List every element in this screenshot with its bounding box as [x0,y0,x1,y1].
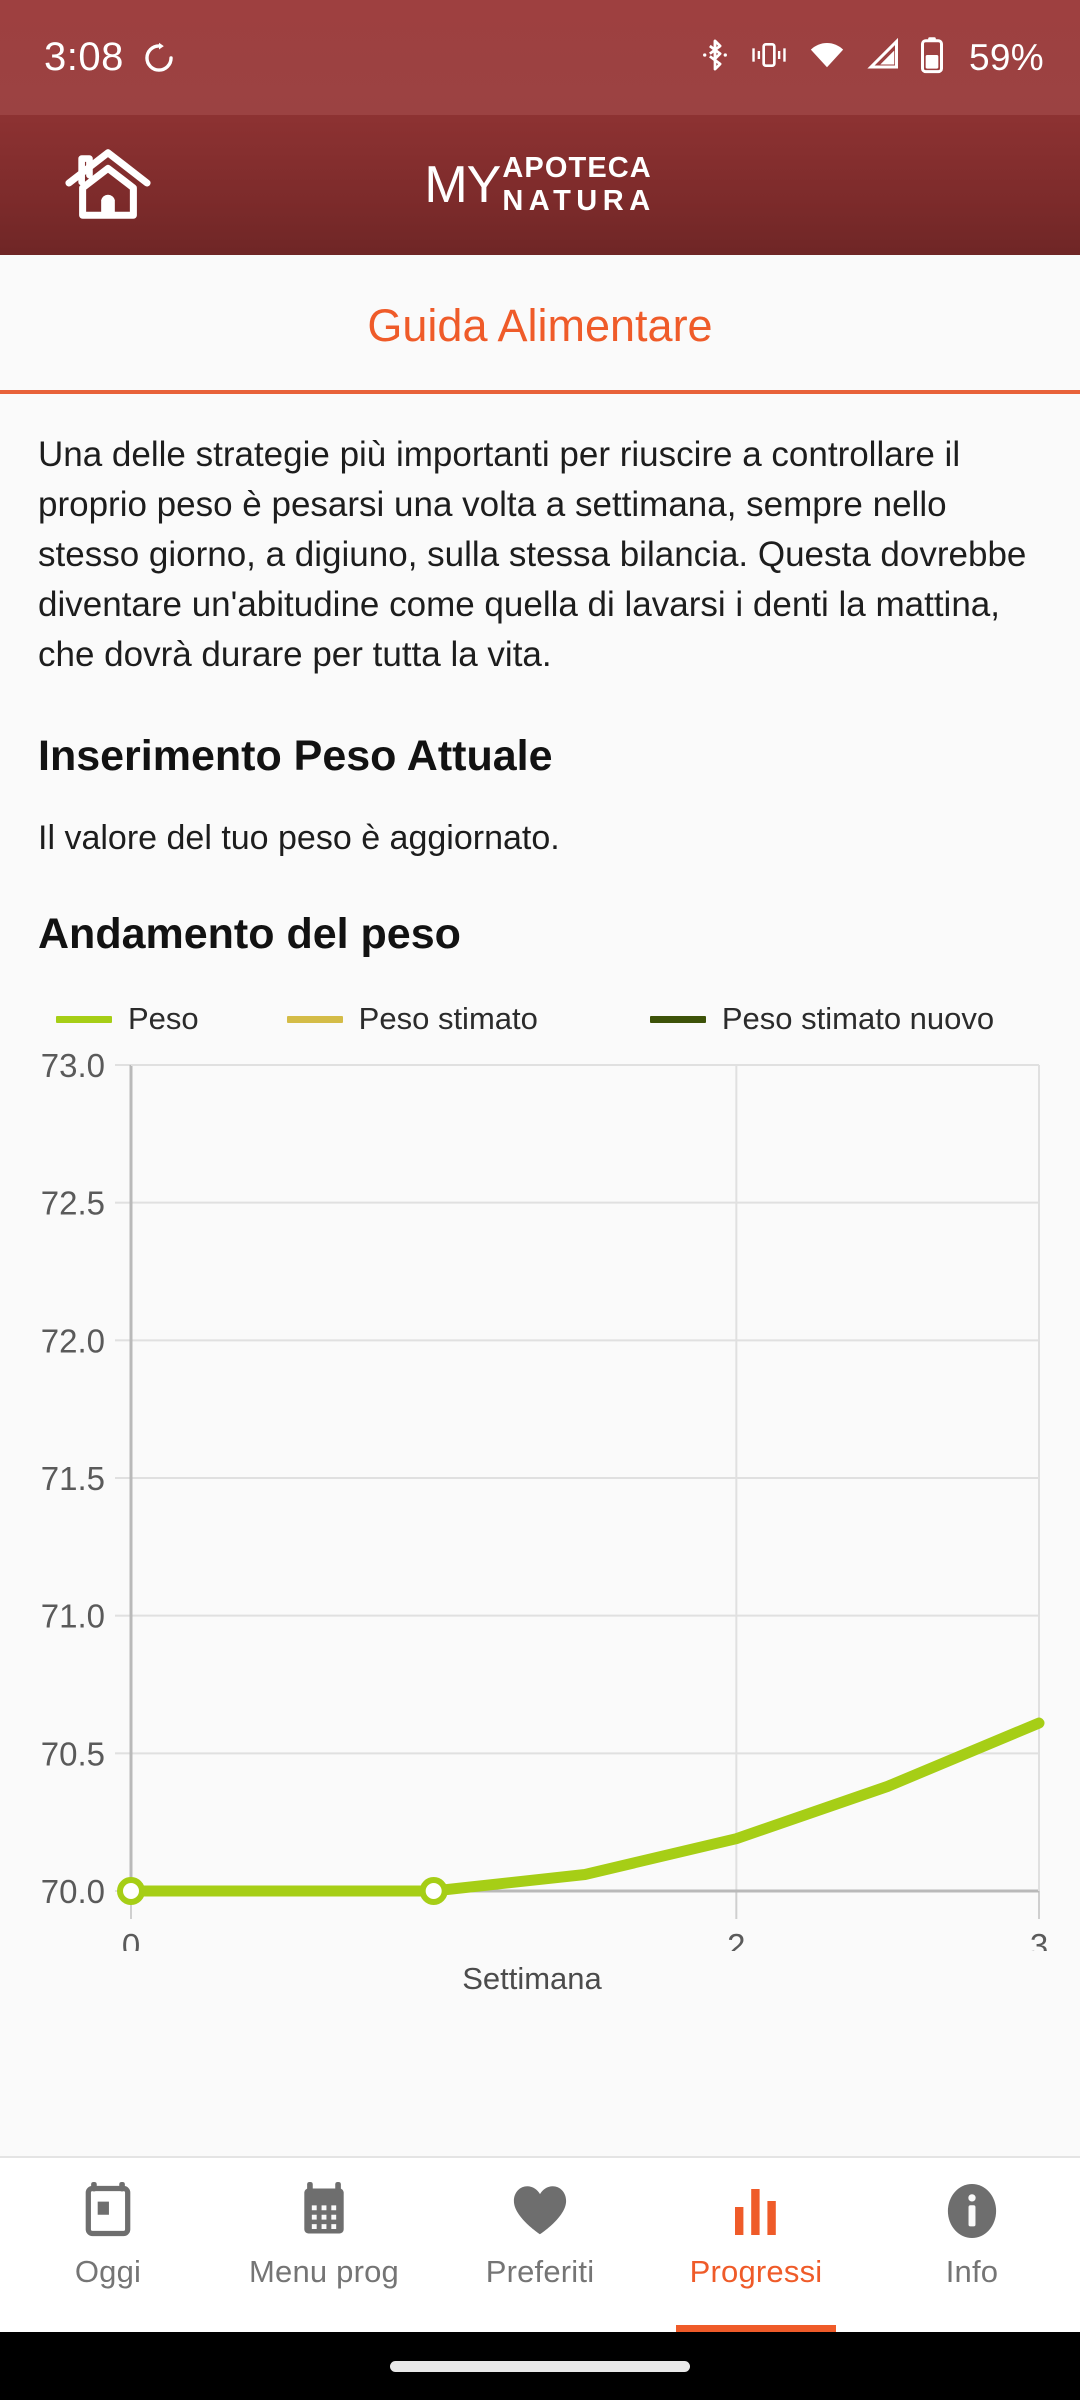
today-calendar-icon [81,2180,135,2242]
heart-icon [511,2180,569,2242]
app-screen: 3:08 59% MY APOTECA NATURA Guida Aliment… [0,0,1080,2400]
svg-text:71.0: 71.0 [41,1598,105,1635]
x-axis-title: Settimana [462,1961,602,1997]
status-bar-clock: 3:08 [44,35,124,79]
logo-natura-text: NATURA [502,185,656,217]
svg-text:72.0: 72.0 [41,1323,105,1360]
legend-item-peso[interactable]: Peso [56,1001,199,1037]
calendar-grid-icon [297,2180,351,2242]
legend-swatch-peso-stimato [286,1015,343,1023]
svg-text:0: 0 [122,1927,140,1951]
status-bar-icons: 59% [699,36,1044,79]
info-circle-icon [945,2180,999,2242]
battery-percent-label: 59% [969,36,1044,78]
legend-label-peso: Peso [128,1001,199,1037]
article-body: Una delle strategie più importanti per r… [0,394,1080,959]
logo-my-text: MY [424,156,501,214]
system-gesture-bar [0,2332,1080,2400]
svg-text:70.5: 70.5 [41,1736,105,1773]
alarm-icon [142,41,176,75]
svg-text:2: 2 [727,1927,745,1951]
wifi-icon [807,38,847,77]
logo-apoteca-text: APOTECA [502,152,652,184]
nav-item-progressi[interactable]: Progressi [648,2158,864,2332]
app-header: MY APOTECA NATURA [0,115,1080,255]
app-logo: MY APOTECA NATURA [424,154,655,216]
svg-text:72.5: 72.5 [41,1185,105,1222]
bottom-navigation: Oggi Menu prog Preferiti Progressi Info [0,2156,1080,2332]
cellular-signal-icon [865,37,901,77]
active-tab-indicator [676,2325,836,2332]
home-button[interactable] [62,142,154,228]
bar-chart-icon [730,2180,782,2242]
weight-chart: Peso Peso stimato Peso stimato nuovo 70.… [0,959,1080,1997]
heading-weight-trend: Andamento del peso [38,910,461,959]
battery-icon [919,36,945,79]
nav-item-preferiti[interactable]: Preferiti [432,2158,648,2332]
nav-item-menu-prog[interactable]: Menu prog [216,2158,432,2332]
legend-swatch-peso-stimato-nuovo [649,1015,706,1023]
legend-label-peso-stimato: Peso stimato [358,1001,538,1037]
chart-svg: 70.0 70.5 71.0 71.5 72.0 72.5 73.0 0 2 3 [0,1051,1064,1952]
nav-label-preferiti: Preferiti [485,2254,595,2289]
nav-item-oggi[interactable]: Oggi [0,2158,216,2332]
legend-item-peso-stimato[interactable]: Peso stimato [286,1001,538,1037]
svg-text:70.0: 70.0 [41,1873,105,1910]
chart-plot-area[interactable]: 70.0 70.5 71.0 71.5 72.0 72.5 73.0 0 2 3 [0,1051,1064,1952]
vibrate-icon [749,38,789,77]
nav-label-progressi: Progressi [689,2254,823,2289]
chart-legend: Peso Peso stimato Peso stimato nuovo [0,1001,1080,1051]
legend-swatch-peso [56,1015,112,1023]
legend-item-peso-stimato-nuovo[interactable]: Peso stimato nuovo [649,1001,995,1037]
logo-apoteca-natura: APOTECA NATURA [502,154,655,216]
gesture-pill[interactable] [390,2360,690,2372]
weight-updated-note: Il valore del tuo peso è aggiornato. [38,819,560,858]
svg-text:3: 3 [1030,1927,1048,1951]
status-bar: 3:08 59% [0,0,1080,115]
nav-item-info[interactable]: Info [864,2158,1080,2332]
intro-paragraph: Una delle strategie più importanti per r… [38,435,1027,675]
svg-text:73.0: 73.0 [41,1051,105,1084]
nav-label-info: Info [945,2254,999,2289]
scroll-content[interactable]: Guida Alimentare Una delle strategie più… [0,255,1080,2156]
plot-background [0,1051,1064,1952]
svg-text:71.5: 71.5 [41,1460,105,1497]
bluetooth-icon [699,37,731,78]
page-title: Guida Alimentare [367,300,713,351]
heading-weight-entry: Inserimento Peso Attuale [38,732,553,781]
nav-label-menu-prog: Menu prog [248,2254,399,2289]
nav-label-oggi: Oggi [74,2254,142,2289]
home-icon [63,142,153,229]
legend-label-peso-stimato-nuovo: Peso stimato nuovo [721,1001,995,1037]
